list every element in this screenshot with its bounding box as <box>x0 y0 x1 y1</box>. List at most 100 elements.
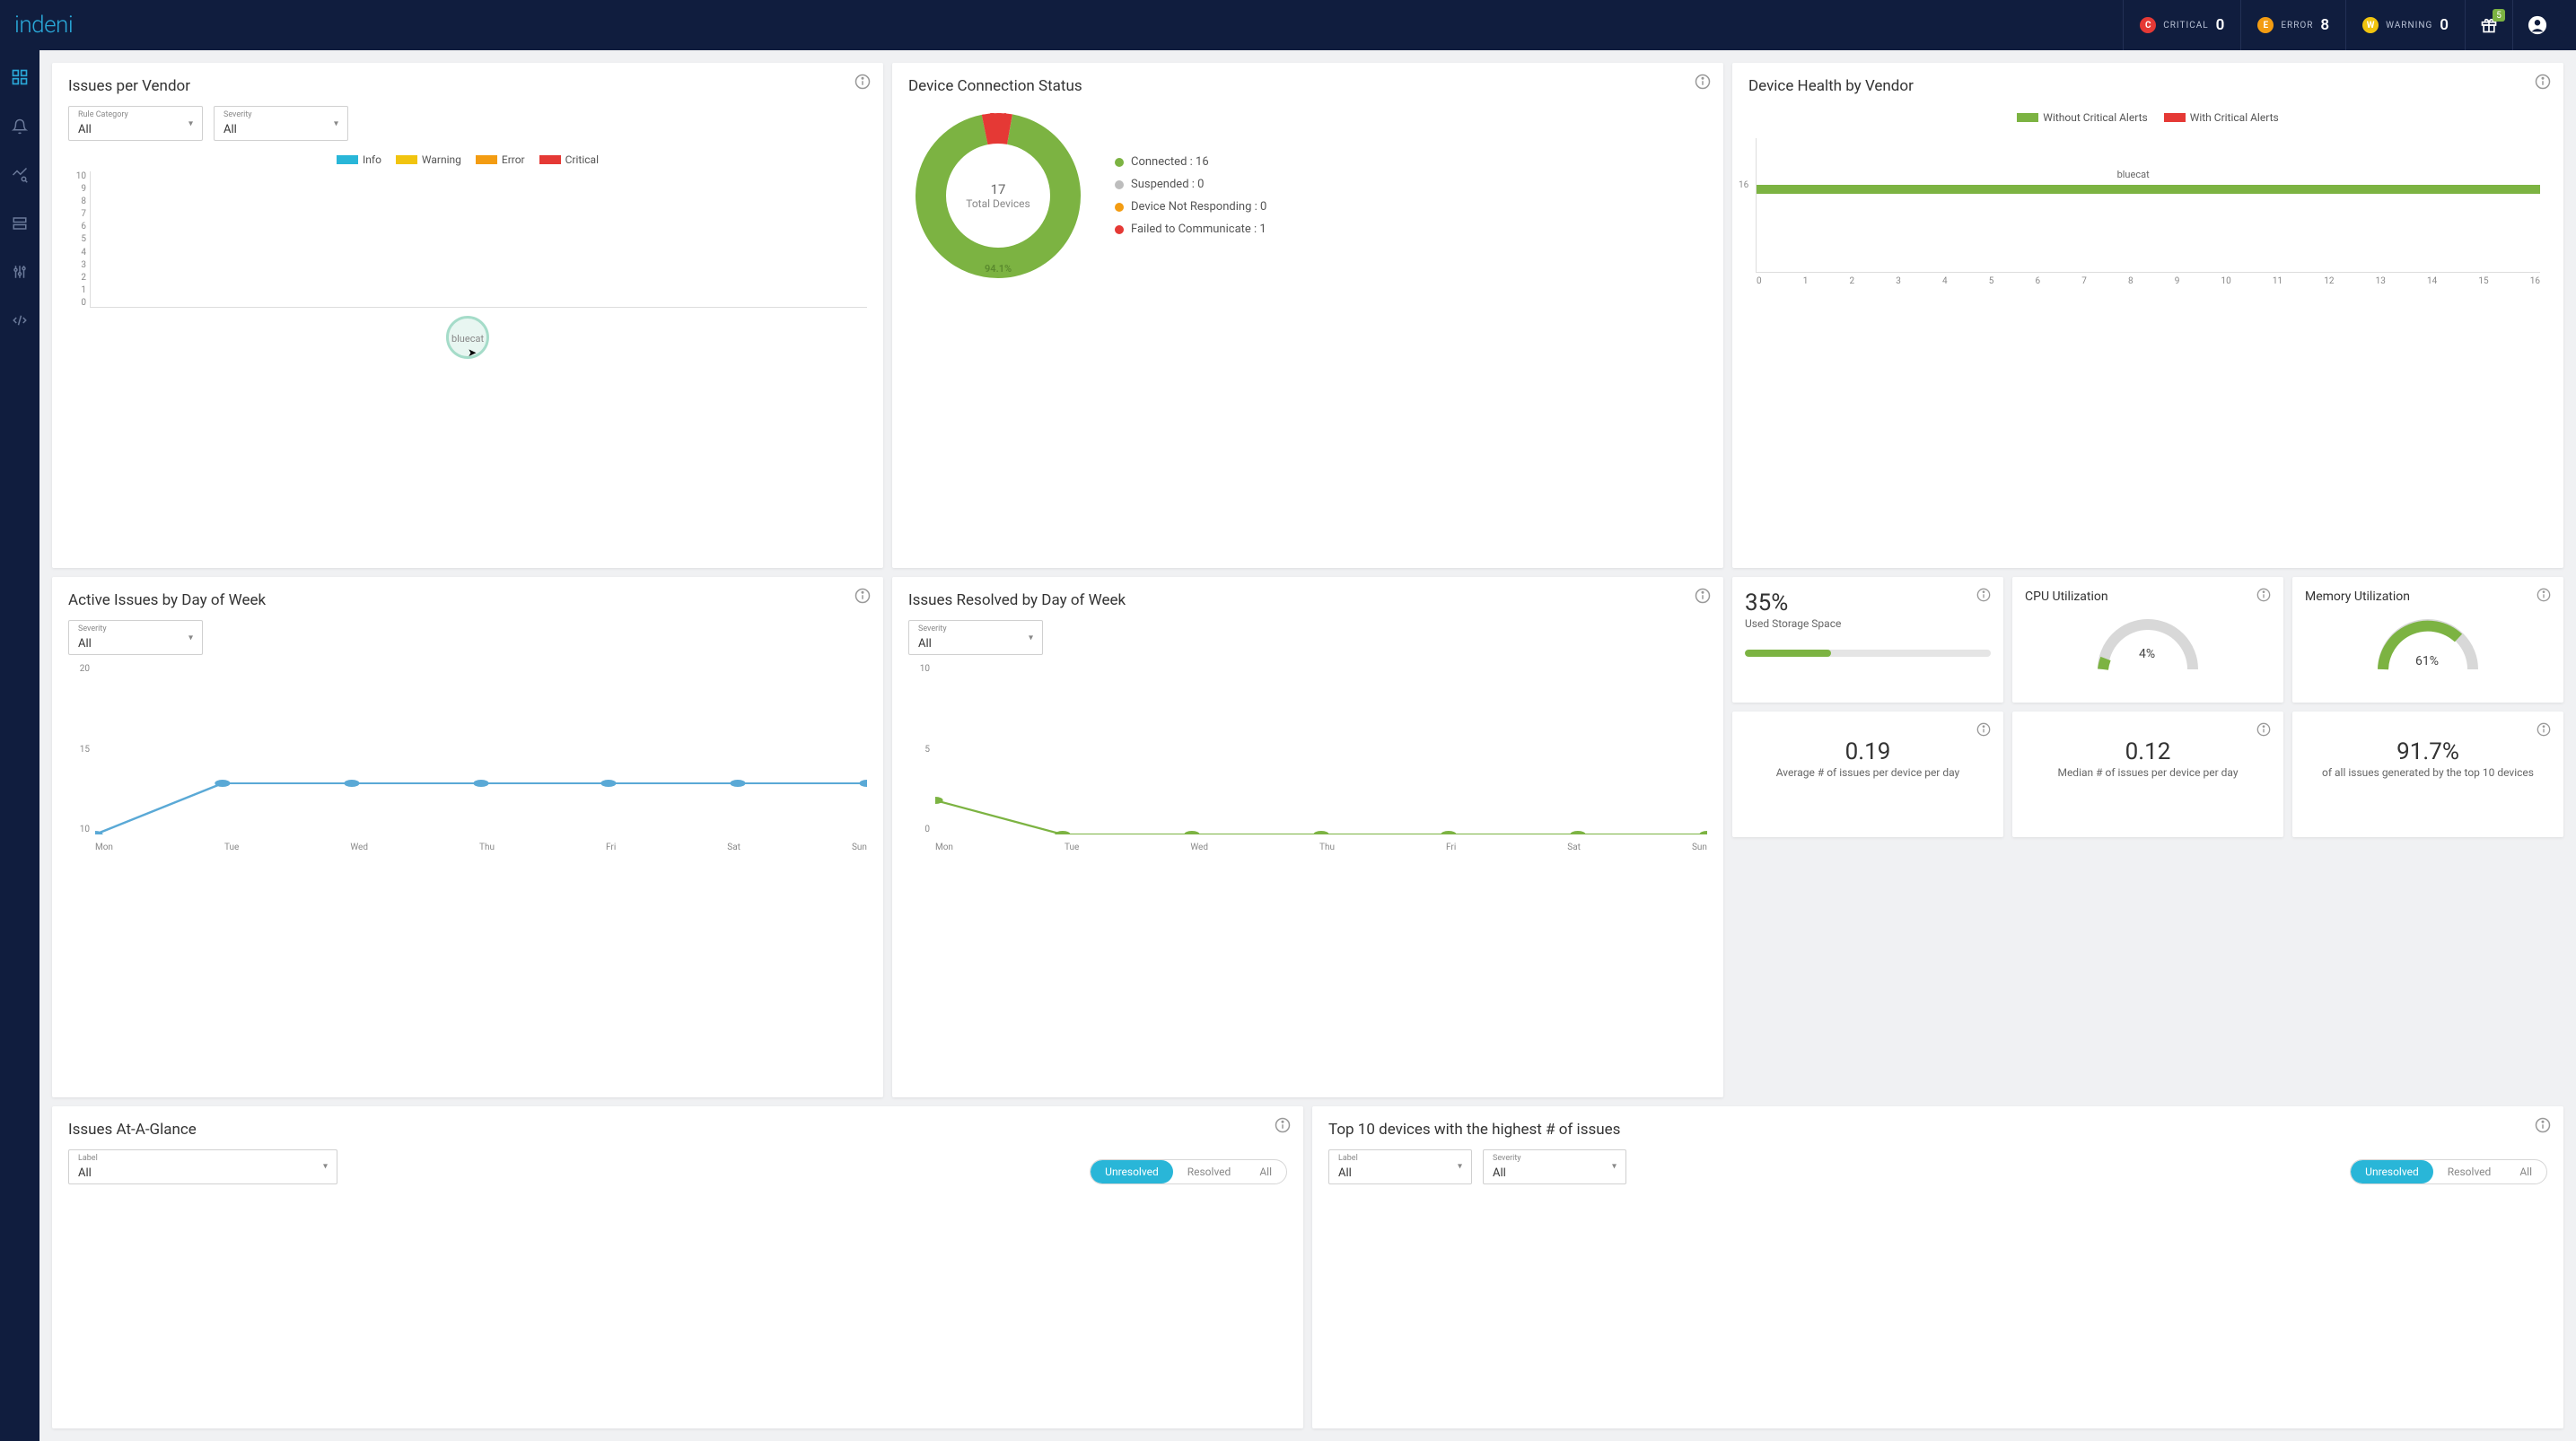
dropdown-value: All <box>78 1166 92 1180</box>
info-icon[interactable] <box>2256 588 2271 606</box>
dropdown-label: Severity <box>223 110 338 119</box>
legend-info: Info <box>363 153 381 166</box>
card-avg-issues: 0.19 Average # of issues per device per … <box>1732 712 2003 837</box>
error-label: ERROR <box>2281 21 2313 31</box>
card-resolved-issues: Issues Resolved by Day of Week Severity … <box>892 577 1723 1096</box>
info-icon[interactable] <box>2256 722 2271 740</box>
info-icon[interactable] <box>2535 1117 2551 1137</box>
chevron-down-icon: ▾ <box>1612 1162 1617 1172</box>
card-issues-per-vendor: Issues per Vendor Rule Category All ▾ Se… <box>52 63 883 568</box>
bar-category-label: bluecat <box>451 333 484 345</box>
card-top10-devices: Top 10 devices with the highest # of iss… <box>1312 1106 2563 1428</box>
legend-warning: Warning <box>422 153 461 166</box>
cursor-icon: ➤ <box>468 346 477 359</box>
sidebar-analytics-icon[interactable] <box>12 167 28 187</box>
info-icon[interactable] <box>854 588 871 607</box>
dropdown-value: All <box>1493 1166 1506 1180</box>
card-issues-glance: Issues At-A-Glance Label All ▾ Unresolve… <box>52 1106 1303 1428</box>
info-icon[interactable] <box>2537 588 2551 606</box>
legend-notresponding: Device Not Responding : 0 <box>1131 200 1266 214</box>
logo[interactable]: indeni <box>14 12 73 39</box>
sidebar-alerts-icon[interactable] <box>12 118 28 138</box>
status-error[interactable]: E ERROR 8 <box>2240 0 2345 50</box>
pill-resolved[interactable]: Resolved <box>1173 1160 1246 1183</box>
dropdown-value: All <box>223 123 237 136</box>
progress-bar <box>1745 650 1991 657</box>
gauge-value: 4% <box>2139 647 2155 661</box>
dropdown-label: Label <box>1338 1154 1462 1163</box>
legend-suspended: Suspended : 0 <box>1131 178 1204 191</box>
chart-legend: Info Warning Error Critical <box>68 153 867 166</box>
card-title: Memory Utilization <box>2305 590 2551 604</box>
card-device-health: Device Health by Vendor Without Critical… <box>1732 63 2563 568</box>
card-title: Device Health by Vendor <box>1748 77 2547 95</box>
chevron-down-icon: ▾ <box>188 118 193 128</box>
status-critical[interactable]: C CRITICAL 0 <box>2123 0 2240 50</box>
gauge-chart: 4% <box>2094 611 2202 674</box>
info-icon[interactable] <box>1695 74 1711 93</box>
card-title: Issues Resolved by Day of Week <box>908 591 1707 609</box>
sidebar-dashboard-icon[interactable] <box>11 68 29 90</box>
metric-label: Average # of issues per device per day <box>1745 765 1991 781</box>
severity-dropdown[interactable]: Severity All ▾ <box>1483 1149 1626 1184</box>
stacked-bar-chart: 012345678910 bluecat ➤ <box>68 171 867 324</box>
severity-dropdown[interactable]: Severity All ▾ <box>68 620 203 655</box>
line-chart: 1050 MonTueWedThuFriSatSun <box>908 664 1707 852</box>
gift-icon[interactable]: 5 <box>2465 0 2512 50</box>
severity-dropdown[interactable]: Severity All ▾ <box>214 106 348 141</box>
logo-text: indeni <box>14 12 73 39</box>
sidebar-code-icon[interactable] <box>12 312 28 332</box>
dropdown-label: Label <box>78 1154 328 1163</box>
pill-all[interactable]: All <box>1245 1160 1286 1183</box>
dropdown-label: Severity <box>918 624 1033 633</box>
donut-slice-pct: 94.1% <box>985 263 1012 275</box>
status-warning[interactable]: W WARNING 0 <box>2345 0 2465 50</box>
info-icon[interactable] <box>2535 74 2551 93</box>
sidebar-settings-icon[interactable] <box>12 264 28 284</box>
info-icon[interactable] <box>2537 722 2551 740</box>
critical-count: 0 <box>2216 16 2225 34</box>
metric-value: 91.7% <box>2305 738 2551 765</box>
warning-count: 0 <box>2440 16 2449 34</box>
card-title: Device Connection Status <box>908 77 1707 95</box>
info-icon[interactable] <box>1275 1117 1291 1137</box>
donut-legend: Connected : 16 Suspended : 0 Device Not … <box>1115 155 1266 236</box>
critical-label: CRITICAL <box>2163 21 2208 31</box>
filter-pills: Unresolved Resolved All <box>2350 1159 2547 1184</box>
legend-error: Error <box>502 153 525 166</box>
donut-total: 17 <box>991 181 1006 197</box>
info-icon[interactable] <box>1976 588 1991 606</box>
gift-badge: 5 <box>2493 9 2505 22</box>
sidebar-devices-icon[interactable] <box>12 215 28 235</box>
info-icon[interactable] <box>1695 588 1711 607</box>
info-icon[interactable] <box>854 74 871 93</box>
info-icon[interactable] <box>1976 722 1991 740</box>
pill-resolved[interactable]: Resolved <box>2433 1160 2506 1183</box>
card-device-connection: Device Connection Status 17 Total Device… <box>892 63 1723 568</box>
bar-label: bluecat <box>2117 169 2150 180</box>
card-active-issues: Active Issues by Day of Week Severity Al… <box>52 577 883 1096</box>
donut-chart: 17 Total Devices 5.9% 94.1% <box>908 106 1088 285</box>
chevron-down-icon: ▾ <box>188 633 193 642</box>
metric-value: 0.19 <box>1745 738 1991 765</box>
dropdown-value: All <box>78 637 92 651</box>
chevron-down-icon: ▾ <box>1029 633 1033 642</box>
metric-value: 0.12 <box>2025 738 2271 765</box>
label-dropdown[interactable]: Label All ▾ <box>68 1149 337 1184</box>
pill-unresolved[interactable]: Unresolved <box>2351 1160 2433 1183</box>
main-content: Issues per Vendor Rule Category All ▾ Se… <box>39 50 2576 1441</box>
topbar: indeni C CRITICAL 0 E ERROR 8 W WARNING … <box>0 0 2576 50</box>
card-median-issues: 0.12 Median # of issues per device per d… <box>2012 712 2283 837</box>
yaxis-tick: 16 <box>1739 180 1748 190</box>
pill-unresolved[interactable]: Unresolved <box>1091 1160 1173 1183</box>
donut-slice-pct: 5.9% <box>989 111 1011 123</box>
donut-total-label: Total Devices <box>966 197 1030 210</box>
dropdown-label: Rule Category <box>78 110 193 119</box>
severity-dropdown[interactable]: Severity All ▾ <box>908 620 1043 655</box>
label-dropdown[interactable]: Label All ▾ <box>1328 1149 1472 1184</box>
rule-category-dropdown[interactable]: Rule Category All ▾ <box>68 106 203 141</box>
pill-all[interactable]: All <box>2505 1160 2546 1183</box>
account-icon[interactable] <box>2512 0 2562 50</box>
critical-icon: C <box>2140 17 2156 33</box>
card-storage: 35% Used Storage Space <box>1732 577 2003 703</box>
